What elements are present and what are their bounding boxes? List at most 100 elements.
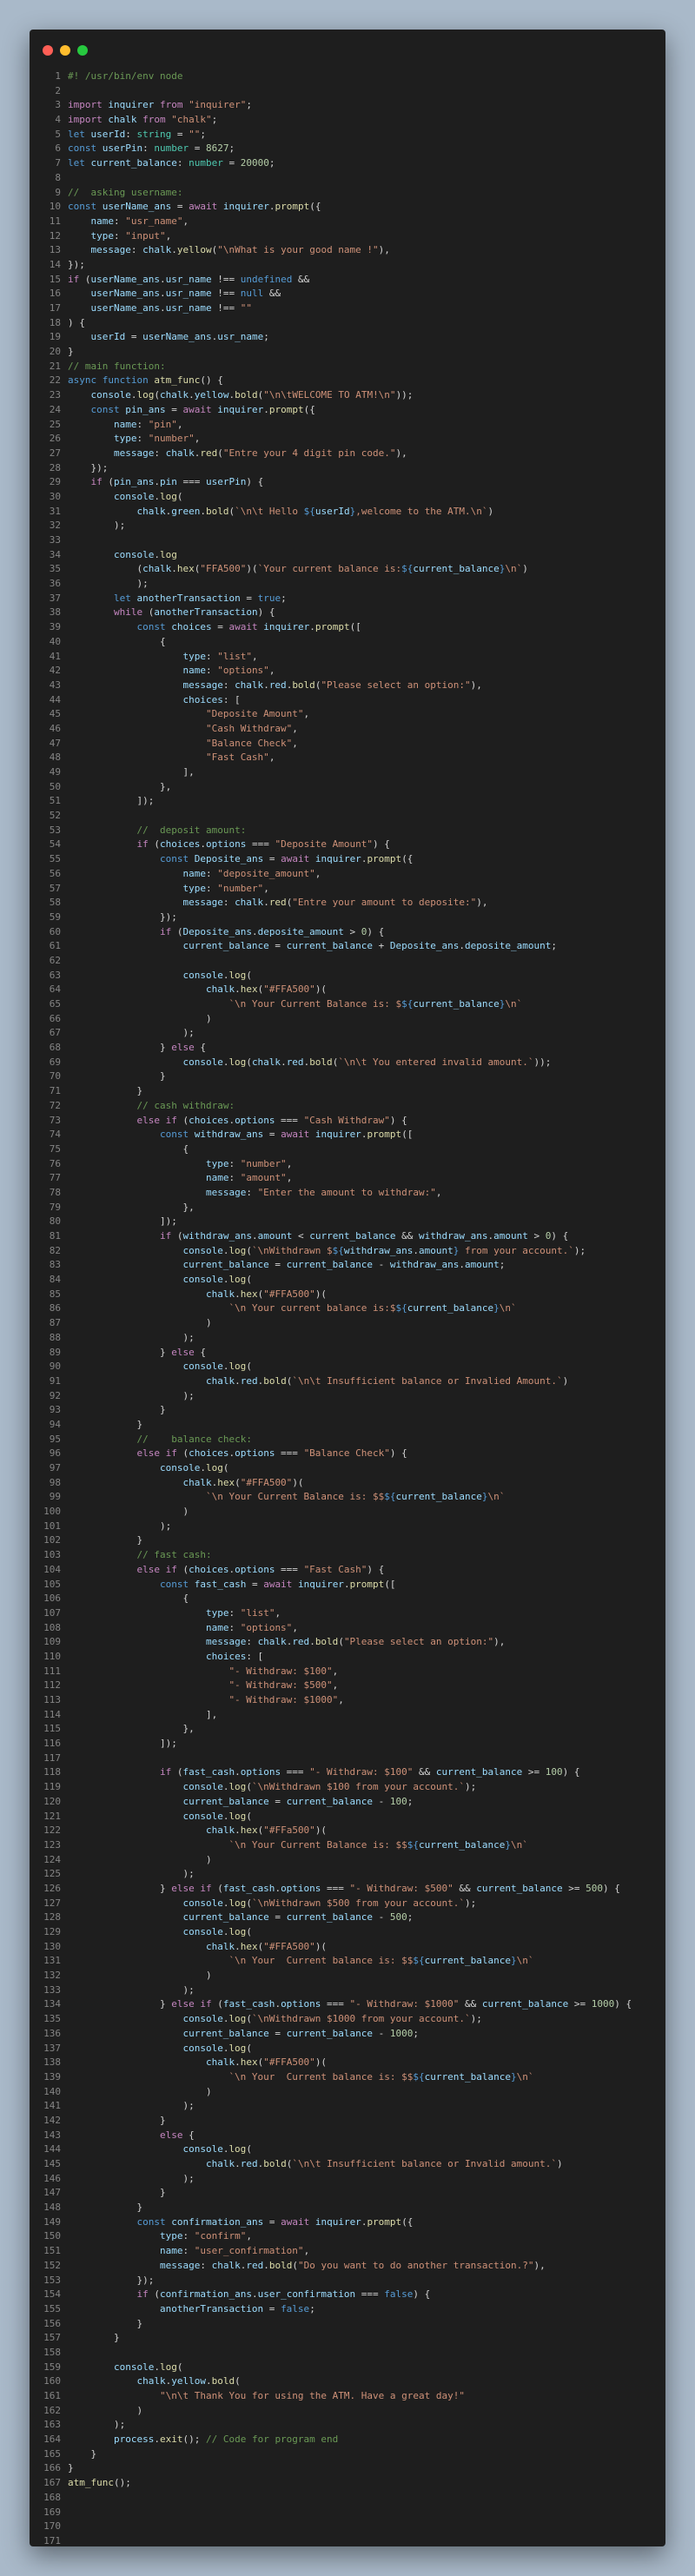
code-token: } [68, 1998, 172, 2010]
code-token: chalk [205, 983, 235, 996]
code-token: . [205, 2375, 212, 2387]
code-token: log [228, 2042, 247, 2054]
line-text: "Cash Withdraw", [64, 722, 298, 737]
code-token: ( [235, 2375, 241, 2387]
code-token: . [459, 1259, 465, 1271]
line-text: ]); [64, 1737, 177, 1752]
code-line: 122 chalk.hex("#FFa500")( [30, 1824, 665, 1838]
code-token: . [154, 548, 160, 560]
line-text: console.log(`\nWithdrawn $${withdraw_ans… [64, 1244, 586, 1259]
code-token: && [395, 1230, 420, 1242]
code-line: 163 ); [30, 2418, 665, 2433]
line-number: 167 [43, 2477, 61, 2489]
line-text: type: "list", [64, 1606, 281, 1621]
code-line: 157 } [30, 2331, 665, 2346]
line-number: 110 [43, 1650, 61, 1662]
zoom-window-icon[interactable] [77, 45, 88, 56]
code-token: >= [522, 1766, 546, 1778]
code-token: , [286, 1172, 293, 1184]
code-token: . [309, 1636, 315, 1648]
code-token: ); [68, 1331, 195, 1343]
code-token: 1000 [389, 2027, 414, 2039]
line-text: console.log(`\nWithdrawn $500 from your … [64, 1897, 476, 1911]
line-text: else if (choices.options === "Balance Ch… [64, 1447, 407, 1461]
code-token: . [263, 403, 269, 415]
code-line: 156 } [30, 2317, 665, 2332]
code-token: type [182, 650, 206, 662]
line-number: 137 [43, 2042, 61, 2054]
code-area[interactable]: 1 #! /usr/bin/env node 2 3 import inquirer f… [30, 70, 665, 2546]
code-token: usr_name [217, 331, 264, 343]
line-text: message: chalk.red("Entre your amount to… [64, 896, 487, 911]
code-line: 129 console.log( [30, 1925, 665, 1940]
code-token: - [373, 1911, 390, 1924]
code-token: "options" [240, 1621, 293, 1633]
line-text: if (confirmation_ans.user_confirmation =… [64, 2288, 430, 2302]
code-token: ( [217, 447, 223, 459]
code-token: ; [407, 1911, 414, 1924]
code-line: 43 message: chalk.red.bold("Please selec… [30, 679, 665, 693]
code-token: ${ [401, 563, 414, 575]
code-line: 69 console.log(chalk.red.bold(`\n\t You … [30, 1056, 665, 1070]
code-token: : [228, 1621, 241, 1633]
line-text: #! /usr/bin/env node [64, 70, 182, 84]
code-token: ) { [413, 2288, 431, 2301]
code-token: = [268, 1259, 287, 1271]
code-token: chalk [205, 2158, 235, 2169]
code-token: !== [211, 302, 241, 314]
code-line: 46 "Cash Withdraw", [30, 722, 665, 737]
line-text: ); [64, 1026, 194, 1041]
line-number: 147 [43, 2187, 61, 2199]
code-token: === [321, 1882, 350, 1894]
code-line: 44 choices: [ [30, 693, 665, 708]
code-token: : [154, 447, 166, 459]
line-text: console.log( [64, 2361, 182, 2375]
code-token: ); [68, 2419, 126, 2431]
line-number: 38 [49, 606, 61, 619]
minimize-window-icon[interactable] [60, 45, 70, 56]
line-number: 10 [49, 201, 61, 213]
code-token: ) [522, 563, 528, 575]
code-line: 2 [30, 84, 665, 99]
code-token: prompt [367, 853, 402, 865]
code-token: ({ [401, 2215, 414, 2228]
line-text: ]); [64, 1215, 177, 1229]
line-text: message: chalk.yellow("\nWhat is your go… [64, 243, 390, 258]
close-window-icon[interactable] [43, 45, 53, 56]
code-token: , [292, 722, 298, 734]
line-number: 81 [49, 1230, 61, 1242]
line-text: if (Deposite_ans.deposite_amount > 0) { [64, 925, 384, 940]
code-token: pin_ans [114, 476, 155, 488]
line-number: 146 [43, 2172, 61, 2184]
window-titlebar [30, 30, 665, 70]
line-number: 97 [49, 1462, 61, 1473]
code-token: atm_func [154, 374, 201, 387]
code-token: prompt [268, 403, 304, 415]
line-text: console.log( [64, 1273, 251, 1288]
code-token: > [343, 925, 361, 937]
line-number: 126 [43, 1882, 61, 1894]
code-token: ( [246, 1897, 252, 1909]
code-token: ); [68, 1520, 172, 1532]
code-token: bold [205, 505, 229, 517]
code-token: ) [68, 1970, 212, 1982]
code-token: name [90, 215, 115, 227]
line-text: ) [64, 2085, 212, 2100]
code-token: >= [568, 1998, 592, 2010]
code-token: ( [292, 2259, 298, 2271]
code-line: 54 if (choices.options === "Deposite Amo… [30, 838, 665, 852]
code-token: log [228, 1926, 247, 1937]
line-text: ); [64, 577, 148, 592]
line-text: else if (choices.options === "Fast Cash"… [64, 1563, 384, 1578]
code-token: await [228, 621, 258, 633]
code-token: hex [240, 983, 258, 996]
line-number: 138 [43, 2056, 61, 2069]
line-text: } [64, 345, 74, 360]
code-token: prompt [367, 1129, 402, 1141]
